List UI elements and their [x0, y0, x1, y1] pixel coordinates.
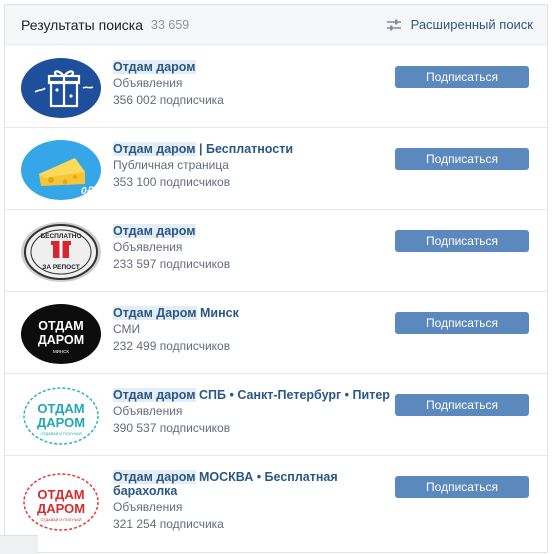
text-logo-icon: ОТДАМ ДАРОМ МИНСК — [21, 304, 101, 364]
results-header: Результаты поиска 33 659 Расширенный пои… — [5, 5, 547, 45]
group-name-link[interactable]: Отдам даром | Бесплатности — [113, 142, 393, 156]
svg-text:БЕСПЛАТНО: БЕСПЛАТНО — [40, 233, 81, 240]
text-logo-icon: ОТДАМ ДАРОМ ОТДАВАЙ И ПОЛУЧАЙ — [21, 472, 101, 532]
search-results-panel: Результаты поиска 33 659 Расширенный пои… — [4, 4, 548, 553]
list-item: ОТДАМ ДАРОМ ОТДАВАЙ И ПОЛУЧАЙ Отдам даро… — [5, 374, 547, 456]
svg-text:ДАРОМ: ДАРОМ — [38, 333, 84, 347]
group-type: Публичная страница — [113, 158, 229, 172]
subscriber-count: 353 100 подписчиков — [113, 175, 231, 189]
subscribe-button[interactable]: Подписаться — [395, 394, 529, 416]
group-name-link[interactable]: Отдам даром — [113, 60, 393, 74]
group-type: Объявления — [113, 500, 183, 514]
avatar[interactable]: 0₽ — [21, 140, 101, 200]
svg-text:ОТДАМ: ОТДАМ — [38, 319, 83, 333]
group-type: Объявления — [113, 240, 183, 254]
avatar[interactable]: ОТДАМ ДАРОМ МИНСК — [21, 304, 101, 364]
cheese-icon: 0₽ — [21, 140, 101, 200]
avatar[interactable] — [21, 58, 101, 118]
svg-text:ЗА РЕПОСТ: ЗА РЕПОСТ — [42, 264, 80, 271]
group-name-link[interactable]: Отдам даром МОСКВА • Бесплатная барахолк… — [113, 470, 353, 498]
subscriber-count: 390 537 подписчиков — [113, 421, 231, 435]
text-logo-icon: ОТДАМ ДАРОМ ОТДАВАЙ И ПОЛУЧАЙ — [21, 386, 101, 446]
subscriber-count: 321 254 подписчика — [113, 517, 224, 531]
subscriber-count: 356 002 подписчика — [113, 93, 224, 107]
svg-text:ДАРОМ: ДАРОМ — [37, 415, 85, 430]
results-count: 33 659 — [151, 17, 190, 32]
list-item: БЕСПЛАТНО ЗА РЕПОСТ Отдам даром Объявлен… — [5, 210, 547, 292]
avatar[interactable]: ОТДАМ ДАРОМ ОТДАВАЙ И ПОЛУЧАЙ — [21, 386, 101, 446]
group-name-link[interactable]: Отдам даром СПБ • Санкт-Петербург • Пите… — [113, 388, 393, 402]
group-type: Объявления — [113, 404, 183, 418]
avatar[interactable]: ОТДАМ ДАРОМ ОТДАВАЙ И ПОЛУЧАЙ — [21, 472, 101, 532]
svg-text:ОТДАМ: ОТДАМ — [37, 401, 84, 416]
filter-sliders-icon — [386, 19, 401, 30]
scrollbar-stub[interactable] — [0, 535, 38, 554]
svg-text:ОТДАМ: ОТДАМ — [37, 487, 84, 502]
list-item: ОТДАМ ДАРОМ МИНСК Отдам Даром Минск СМИ … — [5, 292, 547, 374]
group-name-link[interactable]: Отдам Даром Минск — [113, 306, 393, 320]
gift-stamp-icon: БЕСПЛАТНО ЗА РЕПОСТ — [21, 222, 101, 282]
subscriber-count: 233 597 подписчиков — [113, 257, 231, 271]
svg-text:ДАРОМ: ДАРОМ — [37, 501, 85, 516]
group-type: СМИ — [113, 322, 141, 336]
svg-text:МИНСК: МИНСК — [53, 349, 69, 354]
avatar[interactable]: БЕСПЛАТНО ЗА РЕПОСТ — [21, 222, 101, 282]
svg-text:0₽: 0₽ — [81, 186, 95, 197]
subscribe-button[interactable]: Подписаться — [395, 66, 529, 88]
group-name-link[interactable]: Отдам даром — [113, 224, 393, 238]
group-type: Объявления — [113, 76, 183, 90]
svg-text:ОТДАВАЙ И ПОЛУЧАЙ: ОТДАВАЙ И ПОЛУЧАЙ — [40, 518, 81, 522]
advanced-search-link[interactable]: Расширенный поиск — [386, 17, 533, 32]
svg-text:ОТДАВАЙ И ПОЛУЧАЙ: ОТДАВАЙ И ПОЛУЧАЙ — [40, 432, 81, 436]
subscribe-button[interactable]: Подписаться — [395, 148, 529, 170]
advanced-search-label: Расширенный поиск — [410, 17, 533, 32]
subscribe-button[interactable]: Подписаться — [395, 230, 529, 252]
list-item: 0₽ Отдам даром | Бесплатности Публичная … — [5, 128, 547, 210]
subscribe-button[interactable]: Подписаться — [395, 312, 529, 334]
results-title: Результаты поиска — [21, 16, 144, 33]
subscriber-count: 232 499 подписчиков — [113, 339, 231, 353]
list-item: ОТДАМ ДАРОМ ОТДАВАЙ И ПОЛУЧАЙ Отдам даро… — [5, 456, 547, 552]
list-item: Отдам даром Объявления 356 002 подписчик… — [5, 46, 547, 128]
subscribe-button[interactable]: Подписаться — [395, 476, 529, 498]
gift-box-icon — [21, 58, 101, 118]
